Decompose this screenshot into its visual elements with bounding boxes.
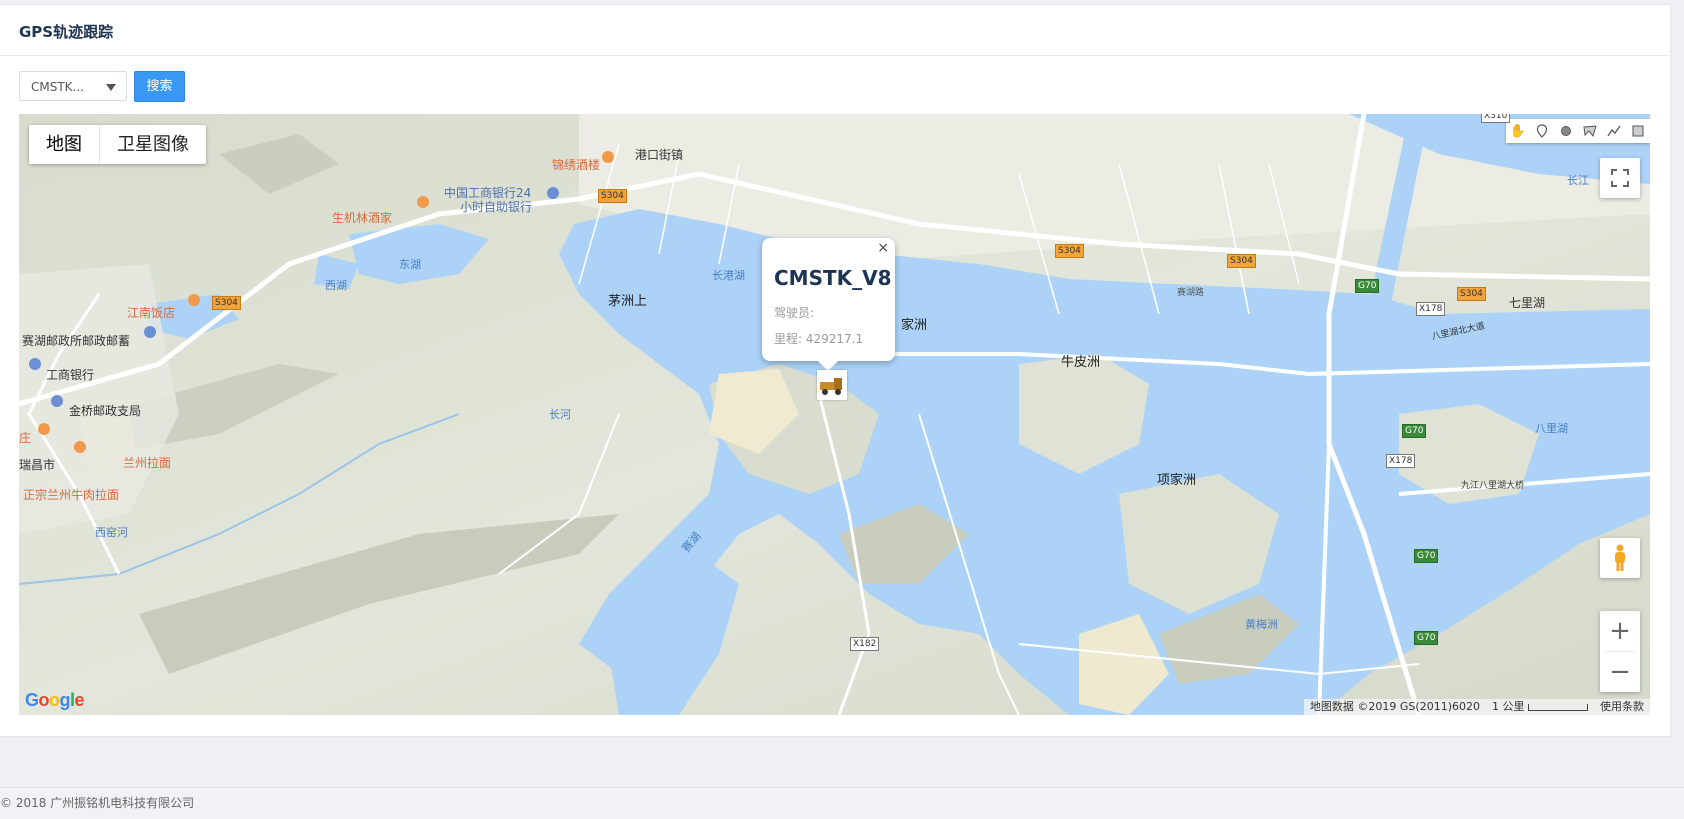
map-type-satellite[interactable]: 卫星图像 [99,125,206,164]
circle-icon[interactable] [1554,119,1578,143]
map-type-control: 地图 卫星图像 [29,125,206,164]
bank-pin-icon [29,358,41,370]
road-shield: S304 [598,189,627,203]
terms-link[interactable]: 使用条款 [1600,699,1644,715]
polygon-icon[interactable] [1578,119,1602,143]
map-poi-label: 赛湖邮政所邮政邮蓄 [22,334,131,348]
map-type-map[interactable]: 地图 [29,125,99,164]
vehicle-info-popup: × CMSTK_V8 驾驶员: 里程: 429217.1 [762,238,895,371]
vehicle-select[interactable]: CMSTK... [19,71,127,101]
zoom-control: + − [1600,611,1640,692]
street-view-pegman[interactable] [1600,538,1640,578]
map-label: 项家洲 [1157,473,1197,488]
pegman-icon [1615,544,1625,571]
map-water-label: 长港湖 [712,269,745,282]
road-shield: G70 [1414,631,1439,645]
map-poi-label: 兰州拉面 [123,456,172,470]
bank-pin-icon [547,187,559,199]
google-logo: Google [25,690,85,710]
map-water-label: 长江 [1567,174,1589,187]
road-shield: S304 [1055,244,1084,258]
map-label: 瑞昌市 [19,458,56,472]
road-shield: S304 [212,296,241,310]
restaurant-pin-icon [602,151,614,163]
drawing-toolbar: ✋ [1506,119,1650,143]
page-title: GPS轨迹跟踪 [19,23,114,41]
map-label: 茅洲上 [608,294,648,309]
truck-icon [820,378,842,395]
map-poi-label: 小时自助银行 [460,200,533,214]
vehicle-select-value: CMSTK... [31,80,84,94]
scale-bar [1528,703,1588,711]
map-road-label: 九江八里湖大桥 [1461,481,1525,491]
map-label: 家洲 [901,318,928,333]
map-water-label: 西湖 [325,279,347,292]
copyright-text: © 2018 广州振铭机电科技有限公司 [0,796,195,810]
map-water-label: 八里湖 [1535,422,1568,435]
post-pin-icon [144,326,156,338]
marker-icon[interactable] [1530,119,1554,143]
zoom-out-button[interactable]: − [1600,652,1640,692]
vehicle-marker[interactable] [817,370,847,400]
map-label: 七里湖 [1509,296,1546,310]
map-poi-label: 锦绣酒楼 [552,158,601,172]
panel-header: GPS轨迹跟踪 [0,5,1670,56]
fullscreen-button[interactable] [1600,158,1640,198]
road-shield: S304 [1457,287,1486,301]
map-canvas[interactable]: 地图 卫星图像 ✋ + − 港口街镇 锦绣酒楼 中国工商银行24 小时自助银行 … [19,114,1650,715]
fullscreen-icon [1611,169,1629,187]
restaurant-pin-icon [188,294,200,306]
map-label: 港口街镇 [635,148,684,162]
map-poi-label: 金桥邮政支局 [69,404,142,418]
road-shield: S304 [1227,254,1256,268]
map-attribution: 地图数据 ©2019 GS(2011)6020 1 公里 使用条款 [1303,699,1650,715]
map-poi-label: 生机林酒家 [332,211,393,225]
map-road-label: 赛湖路 [1177,288,1205,298]
map-water-label: 西窑河 [95,526,128,539]
road-shield: X182 [850,637,880,651]
map-terrain [19,114,1650,715]
road-shield: G70 [1355,279,1380,293]
chevron-down-icon [106,84,116,91]
attribution-text: 地图数据 ©2019 GS(2011)6020 [1309,700,1480,713]
road-shield: X178 [1386,454,1416,468]
restaurant-pin-icon [74,441,86,453]
popup-driver: 驾驶员: [774,306,815,320]
map-water-label: 黄梅洲 [1245,618,1278,631]
road-shield: X310 [1481,114,1511,123]
popup-title: CMSTK_V8 [774,266,892,290]
page-footer: © 2018 广州振铭机电科技有限公司 [0,787,1684,819]
map-label: 牛皮洲 [1061,355,1101,370]
road-shield: X178 [1416,302,1446,316]
map-water-label: 东湖 [399,258,421,271]
map-water-label: 长河 [549,408,571,421]
popup-mileage: 里程: 429217.1 [774,332,864,346]
polyline-icon[interactable] [1602,119,1626,143]
search-button[interactable]: 搜索 [134,71,185,102]
restaurant-pin-icon [417,196,429,208]
close-icon[interactable]: × [877,240,889,256]
rectangle-icon[interactable] [1626,119,1650,143]
zoom-in-button[interactable]: + [1600,611,1640,651]
road-shield: G70 [1414,549,1439,563]
map-poi-label: 正宗兰州牛肉拉面 [23,488,120,502]
map-poi-label: 工商银行 [46,368,95,382]
map-poi-label: 庄 [19,431,32,445]
gps-panel: GPS轨迹跟踪 CMSTK... 搜索 地图 卫星图像 ✋ + − 港口街镇 锦… [0,5,1670,736]
restaurant-pin-icon [38,423,50,435]
scale-control[interactable]: 1 公里 [1492,699,1588,715]
map-poi-label: 江南饭店 [127,306,176,320]
road-shield: G70 [1402,424,1427,438]
post-pin-icon [51,395,63,407]
